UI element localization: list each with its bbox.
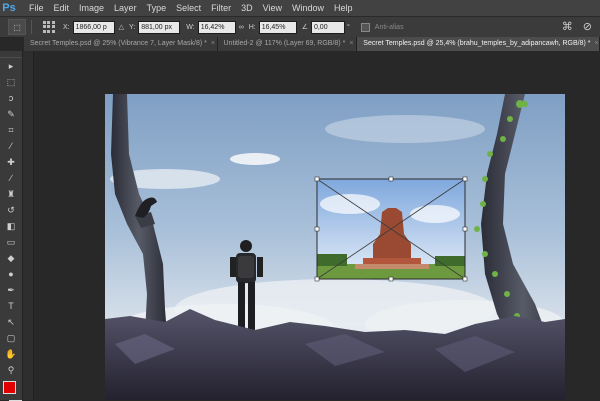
menu-file[interactable]: File [24,3,49,13]
placed-temple-image [314,176,468,282]
quick-select-tool-icon[interactable]: ✎ [0,106,22,122]
y-label: Y: [129,23,136,31]
close-icon[interactable]: × [349,40,353,47]
photoshop-logo: Ps [2,2,16,14]
menu-type[interactable]: Type [142,3,172,13]
crop-tool-icon[interactable]: ⌗ [0,122,22,138]
dodge-tool-icon[interactable]: ● [0,266,22,282]
move-tool-icon[interactable]: ▸ [0,58,22,74]
menu-select[interactable]: Select [171,3,206,13]
close-icon[interactable]: × [595,40,599,47]
hand-tool-icon[interactable]: ✋ [0,346,22,362]
tools-panel: ▸ ⬚ ↄ ✎ ⌗ ⁄ ✚ ∕ ♜ ↺ ◧ ▭ ◆ ● ✒ T ↖ ▢ ✋ ⚲ [0,51,23,401]
tab-label: Untitled-2 @ 117% (Layer 69, RGB/8) * [223,40,346,47]
menu-edit[interactable]: Edit [49,3,75,13]
menu-help[interactable]: Help [329,3,358,13]
y-field[interactable]: 881,00 px [138,20,181,34]
document-tabs: Secret Temples.psd @ 25% (Vibrance 7, La… [24,37,600,51]
h-label: H: [248,23,256,31]
healing-brush-tool-icon[interactable]: ✚ [0,154,22,170]
zoom-tool-icon[interactable]: ⚲ [0,362,22,378]
document-canvas[interactable] [105,94,565,400]
brush-tool-icon[interactable]: ∕ [0,170,22,186]
rectangle-tool-icon[interactable]: ▢ [0,330,22,346]
w-field[interactable]: 16,42% [197,20,236,34]
transform-tool-preset-icon[interactable]: ⬚ [8,19,26,35]
delta-icon[interactable]: △ [119,23,124,31]
x-field[interactable]: 1866,00 p [72,20,115,34]
eraser-tool-icon[interactable]: ◧ [0,218,22,234]
foreground-color-swatch[interactable] [3,381,16,394]
marquee-tool-icon[interactable]: ⬚ [0,74,22,90]
cancel-transform-icon[interactable]: ⊘ [583,20,592,33]
link-icon[interactable]: ∞ [239,24,244,31]
lasso-tool-icon[interactable]: ↄ [0,90,22,106]
x-label: X: [63,23,70,31]
gradient-tool-icon[interactable]: ▭ [0,234,22,250]
tab-label: Secret Temples.psd @ 25,4% (brahu_temple… [363,40,591,47]
menu-filter[interactable]: Filter [206,3,236,13]
tab-untitled-2[interactable]: Untitled-2 @ 117% (Layer 69, RGB/8) * × [217,37,358,51]
w-label: W: [186,23,195,31]
type-tool-icon[interactable]: T [0,298,22,314]
antialias-checkbox[interactable] [360,22,370,32]
tab-secret-temples-vibrance[interactable]: Secret Temples.psd @ 25% (Vibrance 7, La… [24,37,218,51]
panel-grip[interactable] [0,51,22,58]
collapsed-panel-strip [23,51,34,400]
angle-unit: ° [346,23,350,31]
menu-bar: Ps File Edit Image Layer Type Select Fil… [0,0,600,16]
menu-image[interactable]: Image [74,3,109,13]
angle-icon: ∠ [301,24,308,31]
tab-secret-temples-active[interactable]: Secret Temples.psd @ 25,4% (brahu_temple… [357,37,600,51]
clone-stamp-tool-icon[interactable]: ♜ [0,186,22,202]
divider [31,20,32,34]
antialias-label: Anti-alias [374,23,404,31]
history-brush-tool-icon[interactable]: ↺ [0,202,22,218]
menu-view[interactable]: View [258,3,287,13]
reference-point-icon[interactable] [43,21,55,33]
angle-field[interactable]: 0,00 [310,20,345,34]
eyedropper-tool-icon[interactable]: ⁄ [0,138,22,154]
close-icon[interactable]: × [211,40,215,47]
options-bar: ⬚ X: 1866,00 p △ Y: 881,00 px W: 16,42% … [0,16,600,38]
menu-window[interactable]: Window [287,3,329,13]
color-swatches[interactable] [3,381,23,401]
menu-layer[interactable]: Layer [109,3,142,13]
composition-image [105,94,565,400]
path-selection-tool-icon[interactable]: ↖ [0,314,22,330]
h-field[interactable]: 16,45% [258,20,297,34]
warp-mode-icon[interactable]: ⌘ [562,20,573,33]
pen-tool-icon[interactable]: ✒ [0,282,22,298]
blur-tool-icon[interactable]: ◆ [0,250,22,266]
tab-label: Secret Temples.psd @ 25% (Vibrance 7, La… [30,40,207,47]
menu-3d[interactable]: 3D [236,3,258,13]
